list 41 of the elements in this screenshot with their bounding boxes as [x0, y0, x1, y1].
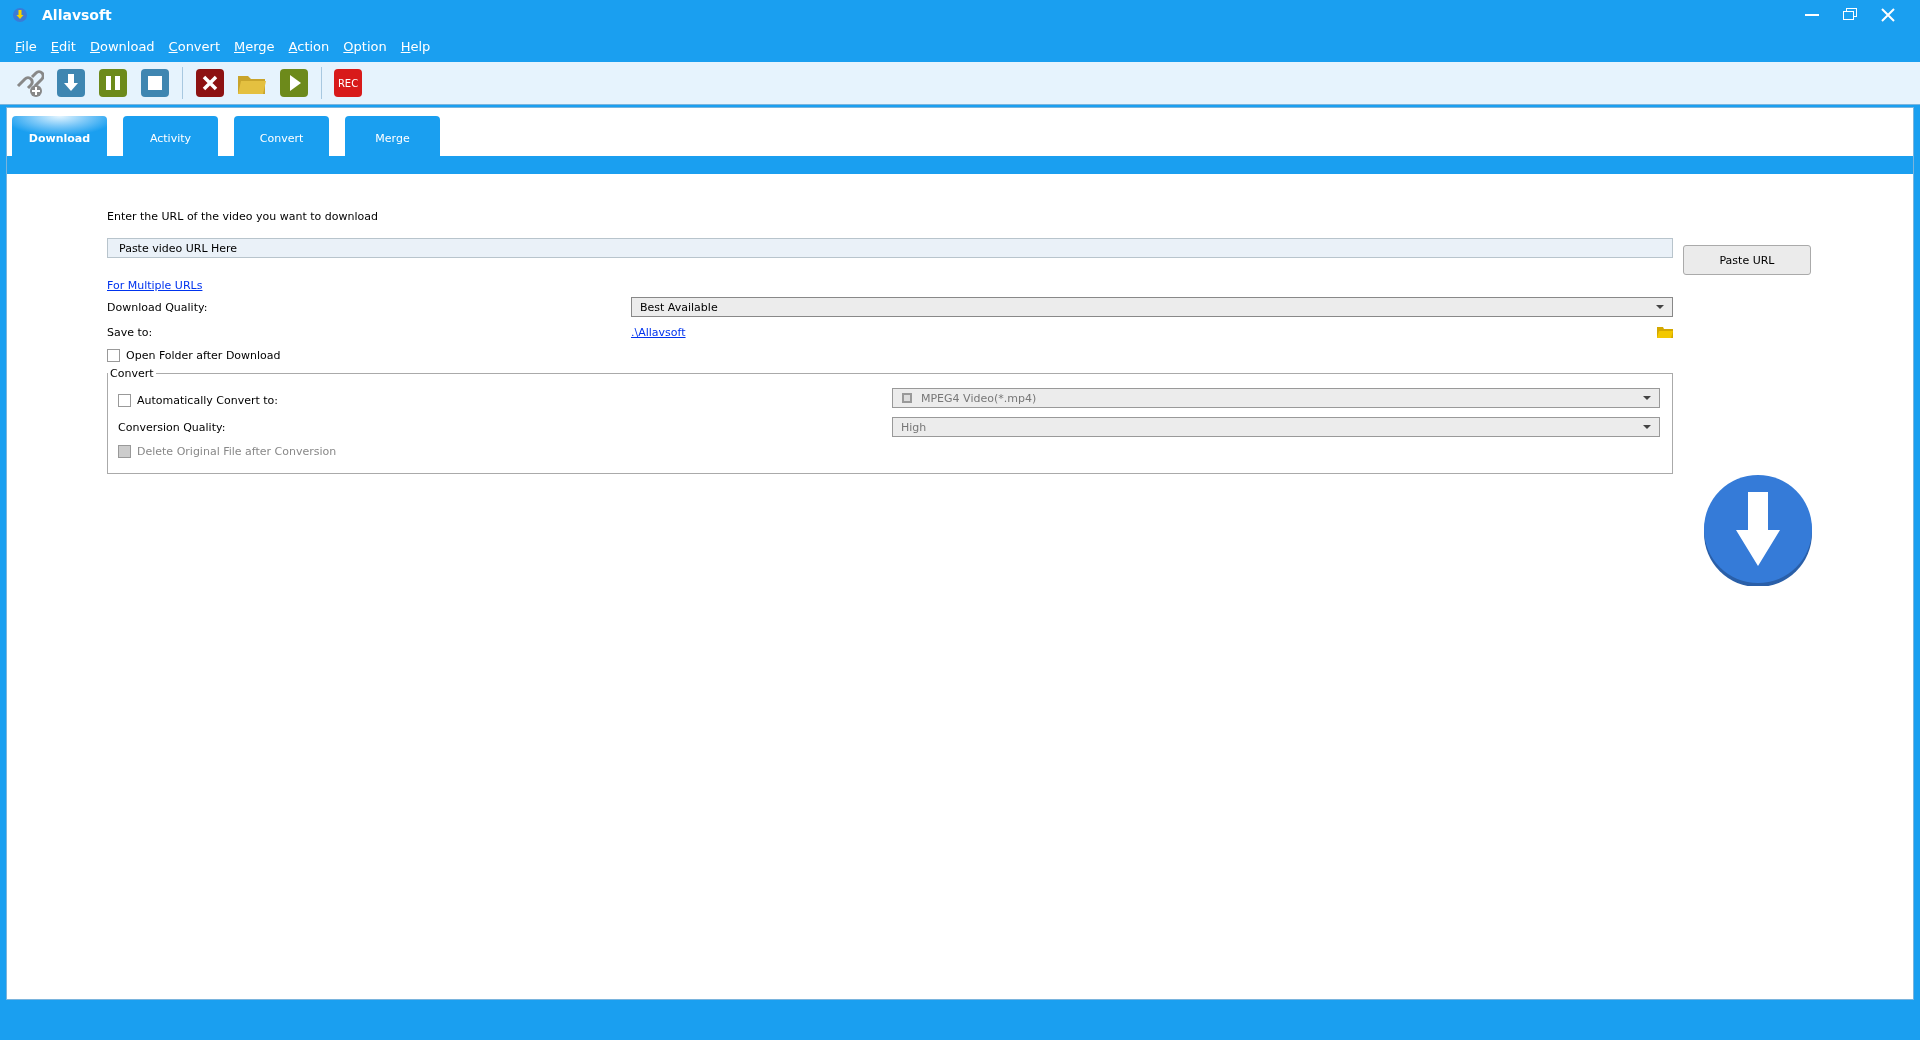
tab[interactable]: Merge: [345, 116, 440, 156]
menu-item[interactable]: Download: [89, 38, 155, 54]
menu-item[interactable]: Option: [343, 38, 387, 54]
video-file-icon: [901, 392, 913, 404]
download-icon[interactable]: [1702, 474, 1814, 586]
menu-item[interactable]: Merge: [234, 38, 275, 54]
menu-item[interactable]: Help: [400, 38, 431, 54]
tab[interactable]: Convert: [234, 116, 329, 156]
save-to-label: Save to:: [107, 325, 154, 339]
save-path-link[interactable]: .\Allavsoft: [631, 325, 686, 339]
app-logo-icon: [12, 7, 28, 23]
conversion-quality-label: Conversion Quality:: [118, 420, 227, 434]
auto-convert-label: Automatically Convert to:: [137, 393, 278, 407]
open-folder-label: Open Folder after Download: [126, 348, 281, 362]
folder-icon[interactable]: [1657, 326, 1673, 338]
download-quality-label: Download Quality:: [107, 300, 209, 314]
menu-item[interactable]: File: [15, 38, 37, 54]
pause-icon[interactable]: [98, 68, 128, 98]
url-prompt: Enter the URL of the video you want to download: [107, 210, 380, 225]
tab[interactable]: Activity: [123, 116, 218, 156]
menu-item[interactable]: Edit: [50, 38, 76, 54]
record-button[interactable]: REC: [334, 69, 362, 97]
close-icon[interactable]: [1880, 7, 1896, 23]
multiple-urls-link[interactable]: For Multiple URLs: [107, 279, 203, 292]
restore-icon[interactable]: [1842, 7, 1858, 23]
cancel-icon[interactable]: [195, 68, 225, 98]
link-add-icon[interactable]: [14, 68, 44, 98]
menu-item[interactable]: Action: [288, 38, 330, 54]
window-title: Allavsoft: [42, 7, 112, 23]
play-icon[interactable]: [279, 68, 309, 98]
delete-original-label: Delete Original File after Conversion: [137, 444, 337, 458]
menu-item[interactable]: Convert: [168, 38, 220, 54]
url-field[interactable]: Paste video URL Here: [107, 238, 1673, 258]
convert-group-title: Convert: [109, 367, 155, 380]
paste-url-button[interactable]: Paste URL: [1683, 245, 1811, 275]
stop-icon[interactable]: [140, 68, 170, 98]
download-icon[interactable]: [56, 68, 86, 98]
checkbox[interactable]: [107, 348, 120, 362]
tab[interactable]: Download: [12, 116, 107, 156]
download-quality-dropdown[interactable]: Best Available: [631, 297, 1673, 317]
checkbox[interactable]: [118, 393, 131, 407]
